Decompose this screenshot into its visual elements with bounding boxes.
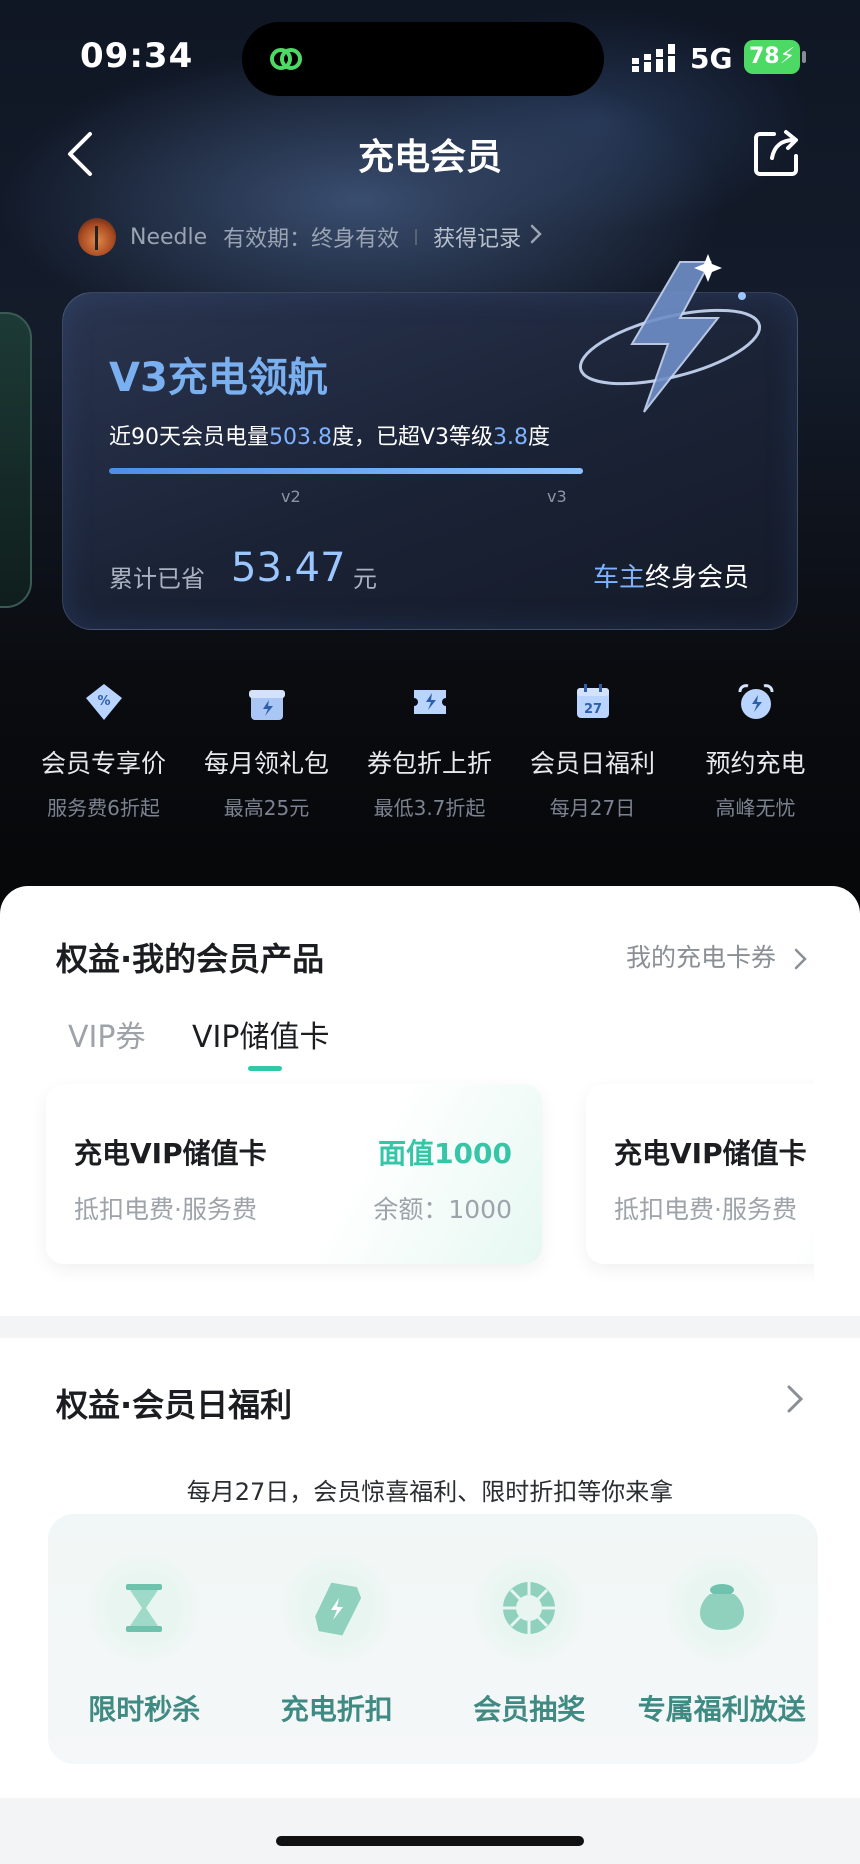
welfare-item[interactable]: 会员抽奖	[433, 1514, 626, 1764]
card-face-value: 面值1000	[378, 1137, 512, 1170]
benefit-item[interactable]: 券包折上折 最低3.7折起	[348, 680, 511, 830]
user-name: Needle	[130, 224, 208, 250]
welfare-item[interactable]: 充电折扣	[241, 1514, 434, 1764]
record-link[interactable]: 获得记录	[433, 221, 521, 253]
level-title: V3充电领航	[109, 355, 328, 401]
dynamic-island	[242, 22, 604, 96]
svg-text:27: 27	[583, 702, 601, 717]
battery-icon: 78⚡	[744, 40, 806, 74]
prev-level-card[interactable]	[0, 312, 32, 608]
calendar-icon: 27	[576, 684, 609, 718]
share-icon[interactable]	[752, 128, 802, 178]
exceed-value: 3.8	[493, 425, 529, 450]
validity-text: 有效期：终身有效	[223, 227, 400, 252]
benefit-item[interactable]: % 会员专享价 服务费6折起	[22, 680, 185, 830]
saved-unit: 元	[353, 565, 377, 593]
avatar	[78, 218, 116, 256]
section-title: 权益·会员日福利	[56, 1386, 293, 1424]
user-info: Needle 有效期：终身有效 获得记录	[78, 218, 543, 256]
tick-v3: v3	[547, 487, 567, 506]
percent-tag-icon: %	[85, 684, 122, 720]
benefit-item[interactable]: 每月领礼包 最高25元	[185, 680, 348, 830]
card-balance: 余额：1000	[373, 1195, 512, 1224]
network-type: 5G	[690, 42, 733, 75]
level-desc: 近90天会员电量503.8度，已超V3等级3.8度	[109, 425, 551, 450]
benefit-item[interactable]: 27 会员日福利 每月27日	[511, 680, 674, 830]
battery-level: 78	[749, 44, 780, 69]
member-type: 车主终身会员	[592, 563, 749, 593]
member-day-desc: 每月27日，会员惊喜福利、限时折扣等你来拿	[186, 1478, 674, 1506]
charge-tag-icon	[314, 1582, 361, 1636]
svg-text:%: %	[97, 694, 110, 709]
gift-icon	[248, 690, 285, 720]
saved-label: 累计已省	[109, 565, 205, 593]
coupon-icon	[413, 690, 446, 714]
lightning-bolt-icon	[578, 254, 762, 413]
divider	[415, 229, 418, 245]
link-icon	[270, 48, 302, 70]
member-products-section: 权益·我的会员产品 我的充电卡券 VIP券 VIP储值卡 充电VIP储值卡 抵扣…	[0, 886, 860, 1316]
chevron-right-icon[interactable]	[784, 1382, 806, 1416]
member-day-section: 权益·会员日福利 每月27日，会员惊喜福利、限时折扣等你来拿 限时秒杀 充电折扣…	[0, 1338, 860, 1798]
home-indicator[interactable]	[276, 1836, 584, 1846]
status-bar: 09:34 5G 78⚡	[0, 0, 860, 110]
stored-value-card[interactable]: 充电VIP储值卡 抵扣电费·服务费	[586, 1084, 814, 1264]
tick-v2: v2	[281, 487, 301, 506]
welfare-grid: 限时秒杀 充电折扣 会员抽奖 专属福利放送	[48, 1514, 818, 1764]
lottery-wheel-icon	[503, 1582, 556, 1634]
status-time: 09:34	[80, 36, 194, 76]
chevron-right-icon[interactable]	[529, 223, 543, 251]
level-progress-bar	[109, 468, 583, 474]
money-bag-icon	[699, 1584, 744, 1630]
hourglass-icon	[126, 1584, 163, 1632]
stored-value-card[interactable]: 充电VIP储值卡 抵扣电费·服务费 面值1000 余额：1000	[46, 1084, 542, 1264]
alarm-clock-icon	[738, 684, 773, 719]
welfare-item[interactable]: 专属福利放送	[626, 1514, 819, 1764]
power-value: 503.8	[269, 425, 332, 450]
signal-icon	[632, 44, 675, 72]
welfare-item[interactable]: 限时秒杀	[48, 1514, 241, 1764]
benefit-item[interactable]: 预约充电 高峰无忧	[674, 680, 837, 830]
level-progress-fill	[109, 468, 583, 474]
page-title: 充电会员	[357, 137, 502, 178]
saved-value: 53.47	[231, 545, 346, 591]
benefit-row: % 会员专享价 服务费6折起 每月领礼包 最高25元 券包折上折 最低3.7折起…	[22, 680, 838, 830]
